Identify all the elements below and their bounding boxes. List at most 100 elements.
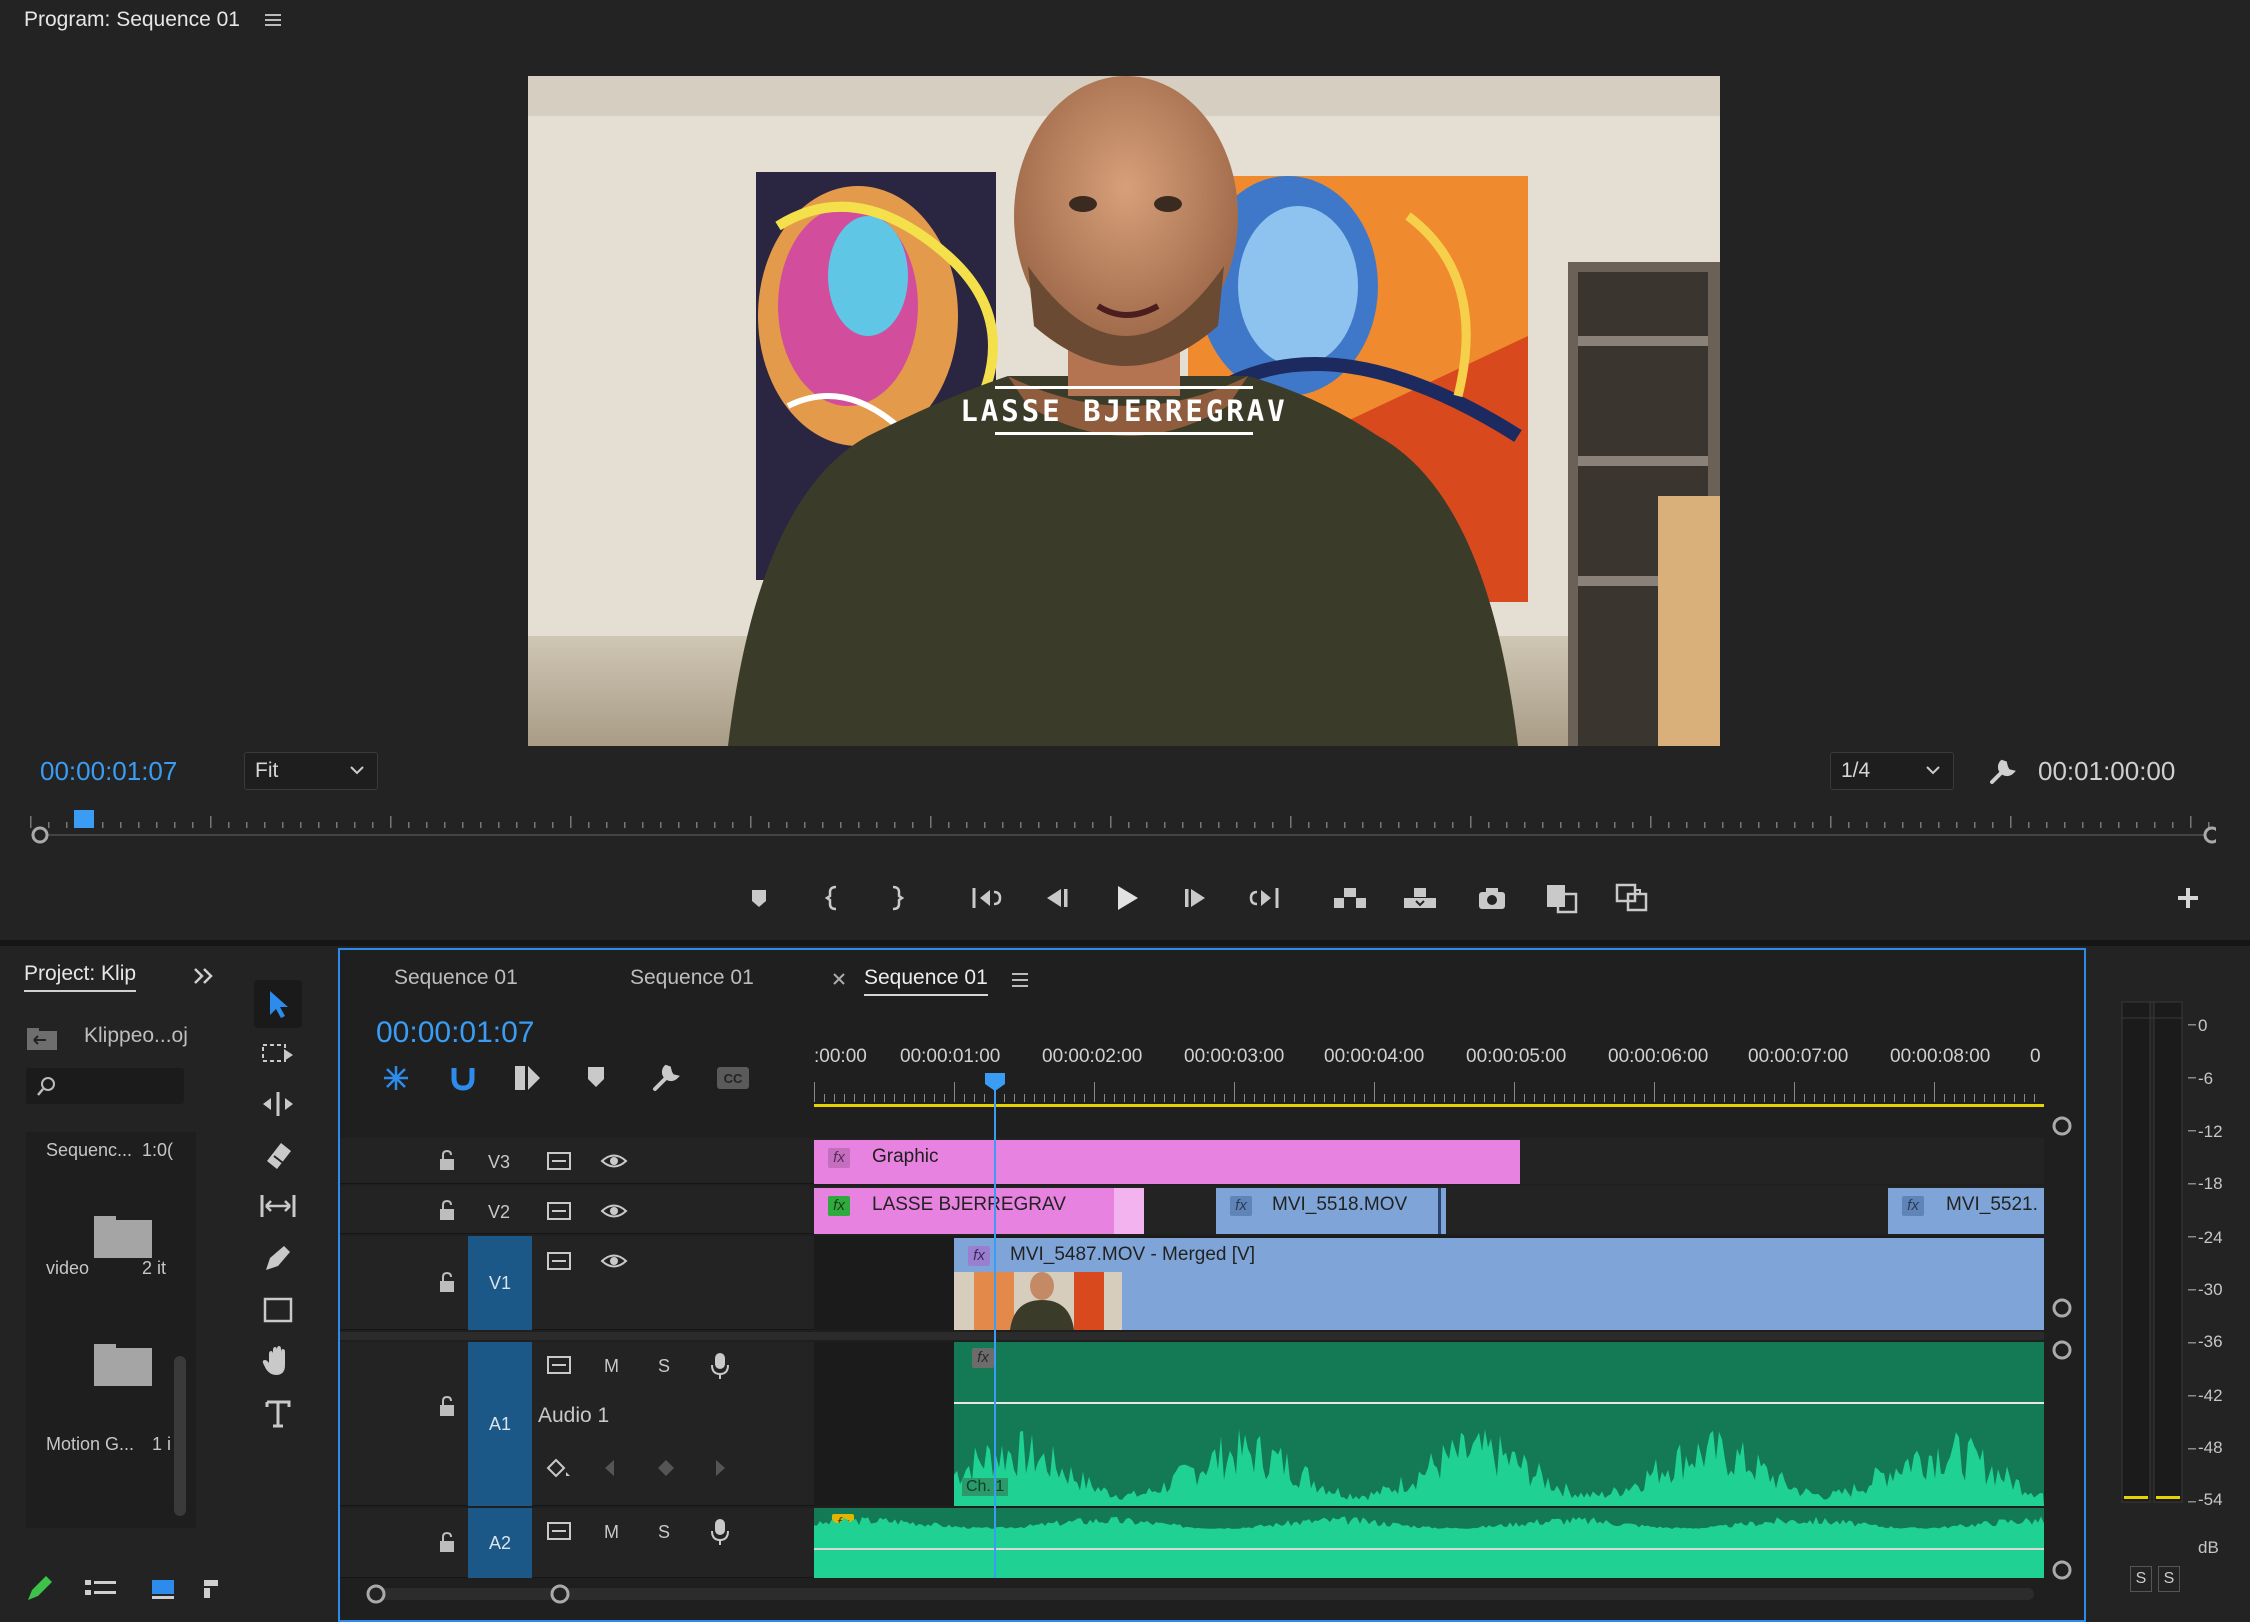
mark-out-icon[interactable]: [874, 876, 918, 920]
step-back-icon[interactable]: [1034, 876, 1078, 920]
icon-view-icon[interactable]: [150, 1576, 176, 1602]
track-target-a2[interactable]: A2: [468, 1508, 532, 1578]
lock-icon[interactable]: [438, 1200, 456, 1222]
hamburger-menu-icon[interactable]: [1010, 970, 1030, 990]
sync-lock-icon[interactable]: [546, 1354, 572, 1376]
clip-mvi-5487-merged[interactable]: fx MVI_5487.MOV - Merged [V]: [954, 1238, 2044, 1330]
hand-tool-icon[interactable]: [254, 1338, 302, 1386]
nest-sequence-icon[interactable]: [380, 1062, 412, 1094]
lock-icon[interactable]: [438, 1532, 456, 1554]
lock-icon[interactable]: [438, 1396, 456, 1418]
add-marker-icon[interactable]: [584, 1064, 608, 1090]
clip-mvi-5521[interactable]: fx MVI_5521.: [1888, 1188, 2044, 1234]
clip-audio-merged[interactable]: fx Ch. 1: [954, 1342, 2044, 1506]
list-view-icon[interactable]: [84, 1576, 118, 1602]
bin-item-name[interactable]: Motion G...: [46, 1434, 134, 1455]
eye-icon[interactable]: [600, 1150, 628, 1172]
clip-audio-music[interactable]: fx: [814, 1508, 2044, 1578]
selection-tool-icon[interactable]: [254, 980, 302, 1028]
microphone-icon[interactable]: [710, 1518, 730, 1546]
eye-icon[interactable]: [600, 1200, 628, 1222]
solo-button[interactable]: S: [658, 1356, 670, 1377]
video-frame[interactable]: LASSE BJERREGRAV: [528, 76, 1720, 746]
freeform-view-icon[interactable]: [202, 1576, 222, 1602]
solo-left-button[interactable]: S: [2130, 1566, 2152, 1592]
add-marker-icon[interactable]: [737, 876, 781, 920]
add-button-icon[interactable]: [2166, 876, 2210, 920]
razor-tool-icon[interactable]: [254, 1132, 302, 1180]
timeline-timecode[interactable]: 00:00:01:07: [376, 1016, 534, 1050]
keyframe-toggle-icon[interactable]: [546, 1456, 572, 1480]
eye-icon[interactable]: [600, 1250, 628, 1272]
clip-mvi-5518[interactable]: fx MVI_5518.MOV: [1216, 1188, 1446, 1234]
tab-sequence-active[interactable]: Sequence 01: [864, 966, 988, 996]
solo-right-button[interactable]: S: [2158, 1566, 2180, 1592]
snap-magnet-icon[interactable]: [448, 1062, 478, 1094]
captions-icon[interactable]: CC: [716, 1066, 750, 1090]
add-keyframe-icon[interactable]: [656, 1458, 676, 1478]
track-v1[interactable]: fx MVI_5487.MOV - Merged [V]: [814, 1236, 2044, 1330]
sync-lock-icon[interactable]: [546, 1200, 572, 1222]
sync-lock-icon[interactable]: [546, 1520, 572, 1542]
project-panel-title[interactable]: Project: Klip: [24, 962, 137, 992]
bin-item-name[interactable]: Sequenc...: [46, 1140, 132, 1161]
pencil-icon[interactable]: [24, 1574, 54, 1604]
track-a2[interactable]: fx: [814, 1508, 2044, 1578]
play-icon[interactable]: [1104, 876, 1148, 920]
vertical-zoom-scrollbar[interactable]: [2044, 1108, 2080, 1588]
lock-icon[interactable]: [438, 1150, 456, 1172]
export-frame-icon[interactable]: [1470, 876, 1514, 920]
monitor-time-ruler[interactable]: [26, 810, 2216, 844]
folder-icon[interactable]: [94, 1342, 152, 1386]
video-audio-separator[interactable]: [340, 1332, 2044, 1340]
project-folder-icon[interactable]: [26, 1026, 58, 1052]
mute-button[interactable]: M: [604, 1356, 619, 1377]
mark-in-icon[interactable]: [811, 876, 855, 920]
tab-sequence[interactable]: Sequence 01: [630, 966, 754, 990]
step-forward-icon[interactable]: [1174, 876, 1218, 920]
track-select-tool-icon[interactable]: [254, 1030, 302, 1078]
comparison-view-icon[interactable]: [1540, 876, 1584, 920]
clip-lasse-bjerregrav[interactable]: fx LASSE BJERREGRAV: [814, 1188, 1144, 1234]
settings-wrench-icon[interactable]: [1986, 756, 2018, 788]
playhead-line[interactable]: [994, 1084, 996, 1578]
close-tab-icon[interactable]: [832, 972, 846, 986]
clip-graphic[interactable]: fx Graphic: [814, 1140, 1520, 1184]
ripple-edit-tool-icon[interactable]: [254, 1080, 302, 1128]
mute-button[interactable]: M: [604, 1522, 619, 1543]
project-search-input[interactable]: [26, 1068, 184, 1104]
slip-tool-icon[interactable]: [254, 1182, 302, 1230]
toggle-proxies-icon[interactable]: [1610, 876, 1654, 920]
lock-icon[interactable]: [438, 1272, 456, 1294]
lift-icon[interactable]: [1328, 876, 1372, 920]
linked-selection-icon[interactable]: [512, 1062, 544, 1094]
tab-sequence[interactable]: Sequence 01: [394, 966, 518, 990]
folder-icon[interactable]: [94, 1214, 152, 1258]
zoom-select[interactable]: Fit: [244, 752, 378, 790]
rectangle-tool-icon[interactable]: [254, 1286, 302, 1334]
hamburger-menu-icon[interactable]: [262, 10, 284, 30]
track-v2[interactable]: fx LASSE BJERREGRAV fx MVI_5518.MOV fx M…: [814, 1186, 2044, 1234]
pen-tool-icon[interactable]: [254, 1234, 302, 1282]
track-v3[interactable]: fx Graphic: [814, 1138, 2044, 1184]
extract-icon[interactable]: [1398, 876, 1442, 920]
type-tool-icon[interactable]: [254, 1390, 302, 1438]
sync-lock-icon[interactable]: [546, 1250, 572, 1272]
panel-divider[interactable]: [0, 940, 2250, 946]
timeline-settings-wrench-icon[interactable]: [650, 1062, 682, 1094]
previous-keyframe-icon[interactable]: [602, 1458, 618, 1478]
project-scrollbar[interactable]: [174, 1356, 186, 1516]
playhead-handle[interactable]: [984, 1072, 1006, 1092]
solo-button[interactable]: S: [658, 1522, 670, 1543]
volume-line[interactable]: [954, 1402, 2044, 1404]
playhead-timecode[interactable]: 00:00:01:07: [40, 756, 177, 787]
next-keyframe-icon[interactable]: [712, 1458, 728, 1478]
track-target-a1[interactable]: A1: [468, 1342, 532, 1506]
playback-resolution-select[interactable]: 1/4: [1830, 752, 1954, 790]
double-chevron-right-icon[interactable]: [190, 962, 218, 990]
horizontal-zoom-scrollbar[interactable]: [364, 1582, 2044, 1606]
sync-lock-icon[interactable]: [546, 1150, 572, 1172]
go-to-in-icon[interactable]: [965, 876, 1009, 920]
bin-item-name[interactable]: video: [46, 1258, 89, 1279]
track-a1[interactable]: fx Ch. 1: [814, 1342, 2044, 1506]
